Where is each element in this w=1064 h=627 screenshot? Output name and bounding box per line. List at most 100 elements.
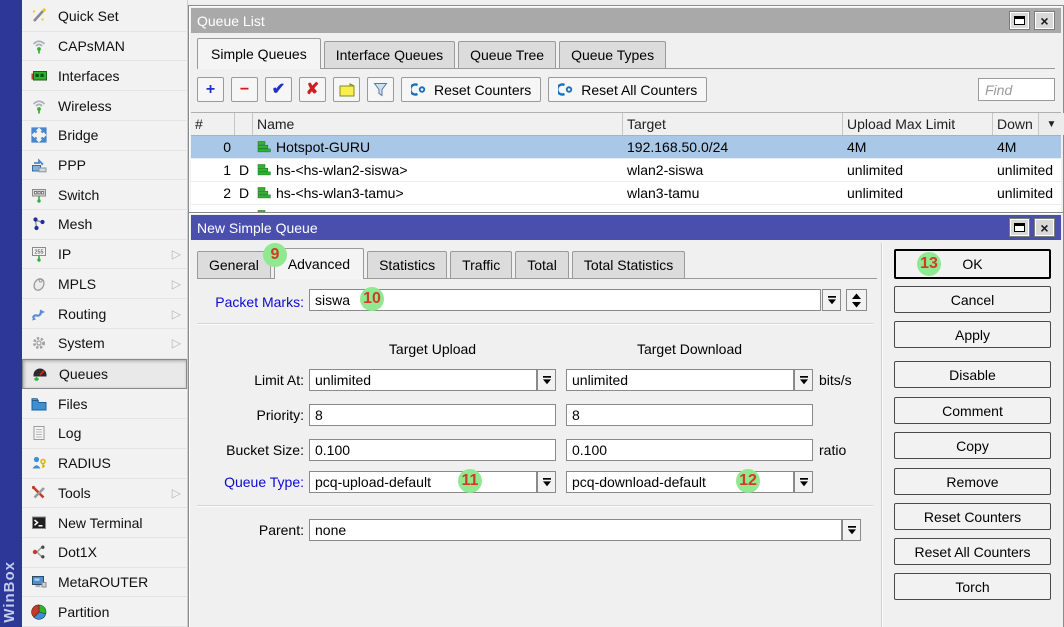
limit-at-download-dropdown-button[interactable] [794, 369, 813, 391]
column-header-upload-max[interactable]: Upload Max Limit [843, 113, 993, 135]
tab-traffic[interactable]: Traffic [450, 251, 512, 278]
dot1x-icon [29, 543, 49, 561]
column-header-num[interactable]: # [191, 113, 235, 135]
priority-download-input[interactable] [566, 404, 813, 426]
sidebar-item-mesh[interactable]: Mesh [22, 210, 187, 240]
reset-counters-button[interactable]: Reset Counters [894, 503, 1051, 530]
simple-queue-icon [257, 141, 271, 153]
sidebar-item-new-terminal[interactable]: New Terminal [22, 508, 187, 538]
dialog-tabstrip: General Advanced Statistics Traffic Tota… [197, 246, 877, 279]
sidebar-item-dot1x[interactable]: Dot1X [22, 538, 187, 568]
column-header-flags[interactable] [235, 113, 253, 135]
tab-total[interactable]: Total [515, 251, 569, 278]
queue-type-download-dropdown-button[interactable] [794, 471, 813, 493]
column-menu-button[interactable]: ▼ [1039, 113, 1064, 135]
sidebar-item-interfaces[interactable]: Interfaces [22, 61, 187, 91]
sidebar-item-routing[interactable]: Routing ▷ [22, 299, 187, 329]
apply-button[interactable]: Apply [894, 321, 1051, 348]
terminal-icon [29, 514, 49, 532]
tab-simple-queues[interactable]: Simple Queues [197, 38, 321, 69]
sidebar-item-wireless[interactable]: Wireless [22, 91, 187, 121]
sidebar-item-files[interactable]: Files [22, 389, 187, 419]
sidebar-item-log[interactable]: Log [22, 419, 187, 449]
reset-all-counters-button[interactable]: Reset All Counters [894, 538, 1051, 565]
tab-statistics[interactable]: Statistics [367, 251, 447, 278]
sidebar-item-queues[interactable]: Queues [22, 359, 187, 390]
limit-at-download-input[interactable] [566, 369, 794, 391]
sidebar-item-ip[interactable]: 255 IP ▷ [22, 240, 187, 270]
packet-marks-input[interactable] [309, 289, 821, 311]
table-row[interactable]: 1 D hs-<hs-wlan2-siswa> wlan2-siswa unli… [191, 159, 1061, 182]
sidebar-item-radius[interactable]: RADIUS [22, 449, 187, 479]
comment-button[interactable] [333, 77, 360, 102]
parent-dropdown-button[interactable] [842, 519, 861, 541]
bucket-size-download-input[interactable] [566, 439, 813, 461]
remove-button[interactable]: Remove [894, 468, 1051, 495]
sidebar-item-tools[interactable]: Tools ▷ [22, 479, 187, 509]
parent-input[interactable] [309, 519, 842, 541]
row-flags: D [235, 162, 253, 178]
column-header-target[interactable]: Target [623, 113, 843, 135]
submenu-arrow-icon: ▷ [172, 336, 181, 350]
cancel-button[interactable]: Cancel [894, 286, 1051, 313]
updown-arrows-icon [851, 293, 862, 308]
simple-queue-icon [257, 164, 271, 176]
close-button[interactable]: × [1034, 218, 1055, 237]
log-list-icon [29, 424, 49, 442]
comment-button[interactable]: Comment [894, 397, 1051, 424]
limit-at-upload-input[interactable] [309, 369, 537, 391]
add-button[interactable]: + [197, 77, 224, 102]
remove-button[interactable]: − [231, 77, 258, 102]
sidebar-item-metarouter[interactable]: MetaROUTER [22, 568, 187, 598]
enable-button[interactable]: ✔ [265, 77, 292, 102]
packet-marks-dropdown-button[interactable] [822, 289, 841, 311]
sidebar-item-quick-set[interactable]: Quick Set [22, 2, 187, 32]
reset-all-counters-button[interactable]: Reset All Counters [548, 77, 707, 102]
close-button[interactable]: × [1034, 11, 1055, 30]
sidebar-item-mpls[interactable]: MPLS ▷ [22, 269, 187, 299]
disable-button[interactable]: ✘ [299, 77, 326, 102]
bucket-size-upload-input[interactable] [309, 439, 556, 461]
ratio-unit-label: ratio [819, 439, 846, 461]
sidebar-item-switch[interactable]: Switch [22, 180, 187, 210]
tab-total-statistics[interactable]: Total Statistics [572, 251, 685, 278]
dialog-titlebar[interactable]: New Simple Queue × [191, 215, 1061, 240]
torch-button[interactable]: Torch [894, 573, 1051, 600]
priority-upload-input[interactable] [309, 404, 556, 426]
row-name-cell: hs-<hs-wlan2-siswa> [253, 162, 623, 178]
maximize-button[interactable] [1009, 11, 1030, 30]
row-target: 192.168.50.0/24 [623, 139, 843, 155]
table-row[interactable]: 2 D hs-<hs-wlan3-tamu> wlan3-tamu unlimi… [191, 182, 1061, 205]
copy-button[interactable]: Copy [894, 432, 1051, 459]
dropdown-arrow-icon [847, 525, 857, 535]
column-header-name[interactable]: Name [253, 113, 623, 135]
column-header-down[interactable]: Down [993, 113, 1039, 135]
queue-type-upload-dropdown-button[interactable] [537, 471, 556, 493]
tab-queue-tree[interactable]: Queue Tree [458, 41, 556, 68]
sidebar-item-label: Wireless [58, 98, 112, 114]
sidebar-item-system[interactable]: System ▷ [22, 329, 187, 359]
sidebar-item-partition[interactable]: Partition [22, 597, 187, 627]
reset-counters-button[interactable]: Reset Counters [401, 77, 541, 102]
sidebar-item-capsman[interactable]: CAPsMAN [22, 32, 187, 62]
tab-queue-types[interactable]: Queue Types [559, 41, 666, 68]
sidebar-item-bridge[interactable]: Bridge [22, 121, 187, 151]
submenu-arrow-icon: ▷ [172, 307, 181, 321]
sort-down-icon: ▼ [1047, 119, 1057, 130]
tab-general[interactable]: General [197, 251, 271, 278]
find-input[interactable] [978, 78, 1055, 101]
check-icon: ✔ [272, 82, 285, 98]
tab-advanced[interactable]: Advanced [274, 248, 364, 279]
queue-list-titlebar[interactable]: Queue List × [191, 8, 1061, 33]
limit-at-upload-dropdown-button[interactable] [537, 369, 556, 391]
bits-unit-label: bits/s [819, 369, 852, 391]
maximize-button[interactable] [1009, 218, 1030, 237]
tab-interface-queues[interactable]: Interface Queues [324, 41, 455, 68]
packet-marks-updown-button[interactable] [846, 289, 867, 311]
table-row[interactable]: 0 Hotspot-GURU 192.168.50.0/24 4M 4M [191, 136, 1061, 159]
disable-button[interactable]: Disable [894, 361, 1051, 388]
queue-type-upload-input[interactable] [309, 471, 537, 493]
filter-button[interactable] [367, 77, 394, 102]
sidebar-item-ppp[interactable]: PPP [22, 151, 187, 181]
row-num: 2 [191, 185, 235, 201]
